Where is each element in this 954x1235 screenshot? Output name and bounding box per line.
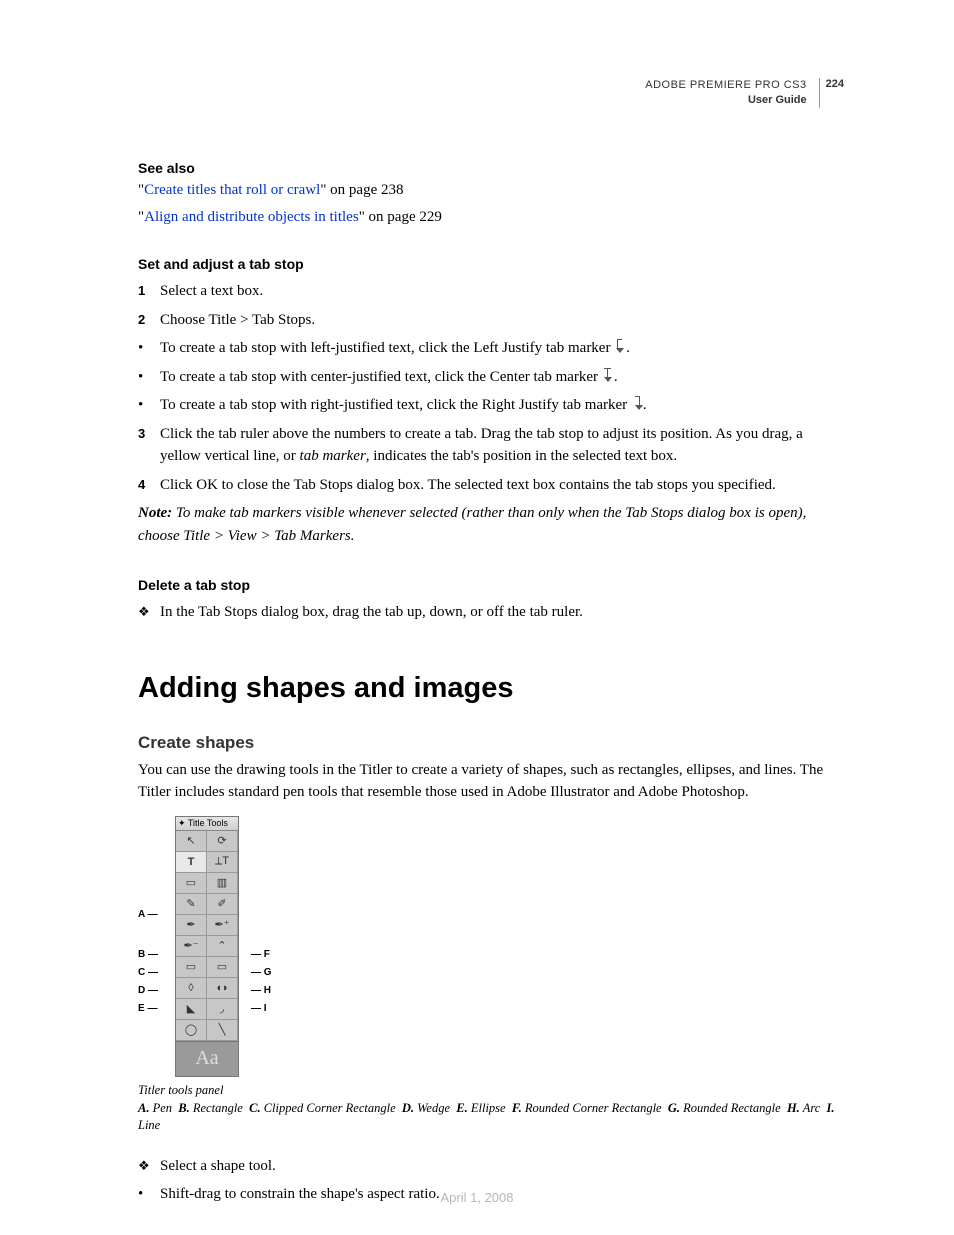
pen-tool-icon: ✒	[176, 915, 207, 936]
link-align-distribute[interactable]: Align and distribute objects in titles	[144, 209, 359, 225]
callout-H: — H	[251, 985, 271, 996]
callout-F: — F	[251, 949, 270, 960]
note-tab-markers: Note: To make tab markers visible whenev…	[138, 502, 844, 547]
rectangle-tool-icon: ▭	[176, 957, 207, 978]
callout-E: E —	[138, 1003, 157, 1014]
callout-G: — G	[251, 967, 272, 978]
titler-panel-figure: A — B — C — D — E — ✦ Title Tools ↖ ⟳ T …	[138, 816, 844, 1077]
see-also-link-2: "Align and distribute objects in titles"…	[138, 209, 844, 226]
line-tool-icon: ╲	[207, 1020, 238, 1041]
rotate-tool-icon: ⟳	[207, 831, 238, 852]
callout-C: C —	[138, 967, 158, 978]
bullet-left-justify: To create a tab stop with left-justified…	[138, 337, 844, 360]
panel-title: ✦ Title Tools	[176, 817, 238, 831]
subsection-create-shapes: Create shapes	[138, 733, 844, 753]
step-3: 3Click the tab ruler above the numbers t…	[138, 423, 844, 468]
add-anchor-tool-icon: ✒⁺	[207, 915, 238, 936]
select-shape-step: Select a shape tool.	[138, 1155, 844, 1178]
right-justify-tab-icon	[631, 397, 643, 411]
convert-anchor-tool-icon: ⌃	[207, 936, 238, 957]
arc-tool-icon: ◞	[207, 999, 238, 1020]
area-type-tool-icon: ▭	[176, 873, 207, 894]
type-tool-icon: T	[176, 852, 207, 873]
selection-tool-icon: ↖	[176, 831, 207, 852]
figure-caption: Titler tools panel	[138, 1083, 844, 1098]
page-header: ADOBE PREMIERE PRO CS3 User Guide 224	[645, 78, 844, 108]
figure-legend: A. Pen B. Rectangle C. Clipped Corner Re…	[138, 1100, 844, 1135]
header-divider	[819, 78, 820, 108]
create-shapes-body: You can use the drawing tools in the Tit…	[138, 759, 844, 804]
subhead-delete: Delete a tab stop	[138, 577, 844, 593]
delete-anchor-tool-icon: ✒⁻	[176, 936, 207, 957]
font-preview: Aa	[176, 1041, 238, 1076]
callout-I: — I	[251, 1003, 267, 1014]
product-name: ADOBE PREMIERE PRO CS3	[645, 78, 806, 93]
callout-D: D —	[138, 985, 158, 996]
page-number: 224	[826, 78, 844, 108]
step-1: 1Select a text box.	[138, 280, 844, 303]
bullet-center-justify: To create a tab stop with center-justifi…	[138, 366, 844, 389]
see-also-heading: See also	[138, 160, 844, 176]
step-2: 2Choose Title > Tab Stops.	[138, 309, 844, 332]
guide-label: User Guide	[645, 93, 806, 108]
callout-B: B —	[138, 949, 158, 960]
bullet-right-justify: To create a tab stop with right-justifie…	[138, 394, 844, 417]
vertical-type-tool-icon: ⟂T	[207, 852, 238, 873]
rounded-corner-rectangle-tool-icon: ▭	[207, 957, 238, 978]
step-4: 4Click OK to close the Tab Stops dialog …	[138, 474, 844, 497]
footer-date: April 1, 2008	[0, 1190, 954, 1205]
vertical-area-type-tool-icon: ▥	[207, 873, 238, 894]
title-tools-panel: ✦ Title Tools ↖ ⟳ T ⟂T ▭ ▥ ✎ ✐ ✒ ✒⁺ ✒⁻ ⌃…	[175, 816, 239, 1077]
ellipse-tool-icon: ◯	[176, 1020, 207, 1041]
rounded-rectangle-tool-icon: ◖◗	[207, 978, 238, 999]
center-tab-icon	[602, 369, 614, 383]
wedge-tool-icon: ◣	[176, 999, 207, 1020]
clipped-corner-rectangle-tool-icon: ◊	[176, 978, 207, 999]
left-justify-tab-icon	[614, 340, 626, 354]
path-type-tool-icon: ✎	[176, 894, 207, 915]
subhead-set-adjust: Set and adjust a tab stop	[138, 256, 844, 272]
delete-step: In the Tab Stops dialog box, drag the ta…	[138, 601, 844, 624]
callout-A: A —	[138, 909, 158, 920]
section-heading: Adding shapes and images	[138, 672, 844, 705]
vertical-path-type-tool-icon: ✐	[207, 894, 238, 915]
link-roll-crawl[interactable]: Create titles that roll or crawl	[144, 182, 320, 198]
see-also-link-1: "Create titles that roll or crawl" on pa…	[138, 182, 844, 199]
